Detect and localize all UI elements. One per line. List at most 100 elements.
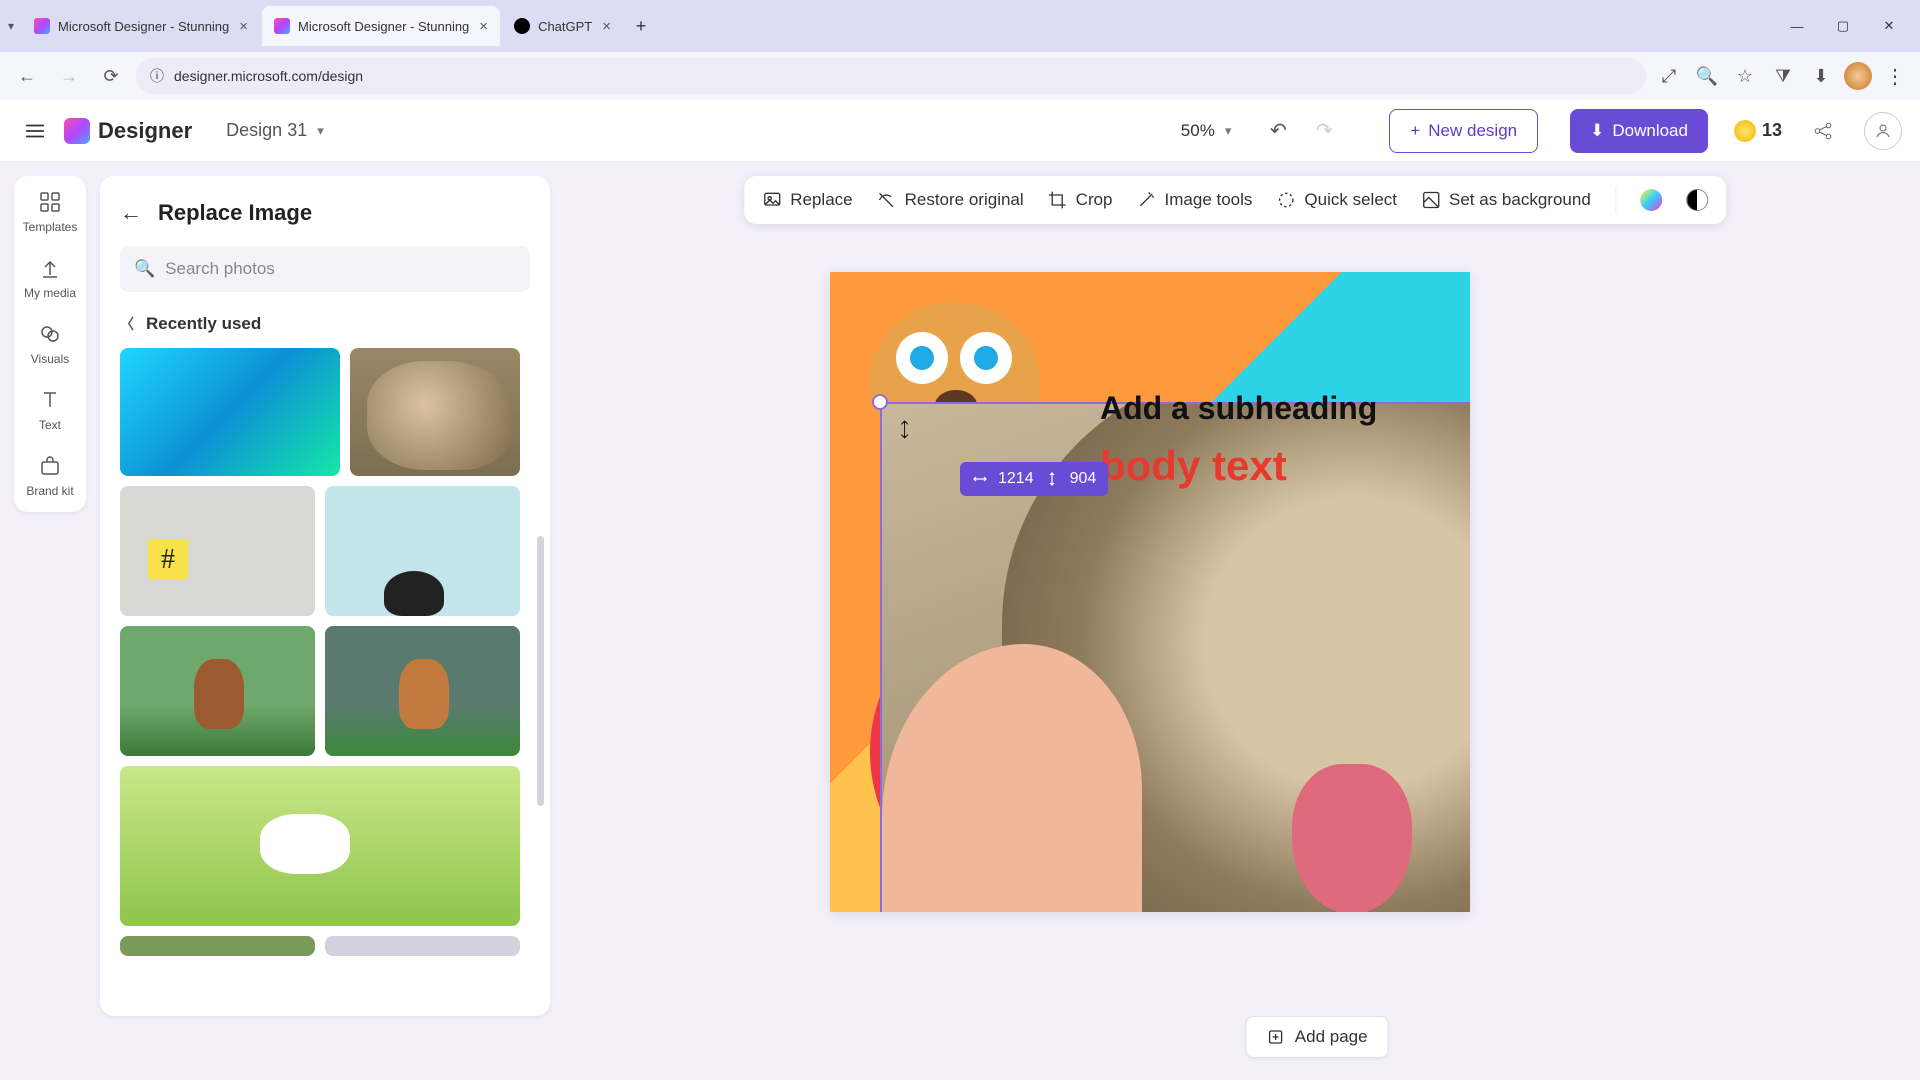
rail-visuals[interactable]: Visuals (31, 322, 69, 366)
zoom-dropdown[interactable]: 50% ▾ (1181, 121, 1232, 141)
dim-width: 1214 (998, 470, 1034, 488)
search-placeholder: Search photos (165, 259, 275, 279)
browser-tab-active[interactable]: Microsoft Designer - Stunning × (262, 6, 500, 46)
search-input[interactable]: 🔍 Search photos (120, 246, 530, 292)
zoom-value: 50% (1181, 121, 1215, 141)
image-thumbnail[interactable] (120, 348, 340, 476)
body-text[interactable]: body text (1100, 442, 1287, 490)
tab-title: Microsoft Designer - Stunning (298, 19, 469, 34)
window-controls: — ▢ ✕ (1774, 6, 1912, 46)
image-thumbnail[interactable] (325, 936, 520, 956)
coin-icon (1734, 120, 1756, 142)
rail-label: Brand kit (26, 484, 73, 498)
profile-avatar-icon[interactable] (1844, 62, 1872, 90)
download-icon: ⬇ (1590, 121, 1604, 141)
upload-icon (38, 256, 62, 280)
plus-square-icon (1267, 1028, 1285, 1046)
design-canvas[interactable]: Add a subheading body text ⤡ 1214 904 (830, 272, 1470, 912)
url-field[interactable]: ⓘ designer.microsoft.com/design (136, 58, 1646, 94)
ctx-crop[interactable]: Crop (1048, 190, 1113, 210)
download-button[interactable]: ⬇ Download (1570, 109, 1708, 153)
image-thumbnail[interactable] (120, 486, 315, 616)
hamburger-icon (24, 120, 46, 142)
forward-icon[interactable]: → (52, 59, 86, 93)
rail-brand-kit[interactable]: Brand kit (26, 454, 73, 498)
maximize-icon[interactable]: ▢ (1820, 6, 1866, 46)
contrast-button[interactable] (1686, 189, 1708, 211)
new-design-label: New design (1428, 121, 1517, 141)
app-logo[interactable]: Designer (64, 118, 192, 144)
account-button[interactable] (1864, 112, 1902, 150)
image-thumbnail[interactable] (120, 626, 315, 756)
tab-close-icon[interactable]: × (239, 18, 248, 35)
logo-mark-icon (64, 118, 90, 144)
image-thumbnail[interactable] (120, 766, 520, 926)
panel-back-button[interactable]: ← (120, 200, 142, 226)
image-thumbnail[interactable] (325, 486, 520, 616)
menu-button[interactable] (18, 114, 52, 148)
design-name-dropdown[interactable]: Design 31 ▾ (214, 114, 336, 147)
chrome-menu-icon[interactable]: ⋮ (1880, 61, 1910, 91)
tab-close-icon[interactable]: × (479, 18, 488, 35)
image-thumbnail[interactable] (350, 348, 520, 476)
ctx-label: Replace (790, 190, 852, 210)
panel-scrollbar[interactable] (537, 536, 544, 806)
colorize-button[interactable] (1640, 189, 1662, 211)
back-icon[interactable]: ← (10, 59, 44, 93)
add-page-button[interactable]: Add page (1246, 1016, 1389, 1058)
brand-kit-icon (38, 454, 62, 478)
rail-label: Text (39, 418, 61, 432)
selection-handle[interactable] (872, 394, 888, 410)
section-recently-used[interactable]: 〈 Recently used (120, 314, 530, 334)
rail-my-media[interactable]: My media (24, 256, 76, 300)
ctx-set-background[interactable]: Set as background (1421, 190, 1591, 210)
toolbar-separator (1615, 186, 1616, 214)
tab-title: Microsoft Designer - Stunning (58, 19, 229, 34)
reload-icon[interactable]: ⟳ (94, 59, 128, 93)
rail-templates[interactable]: Templates (23, 190, 78, 234)
zoom-icon[interactable]: 🔍 (1692, 61, 1722, 91)
minimize-icon[interactable]: — (1774, 6, 1820, 46)
ctx-restore[interactable]: Restore original (877, 190, 1024, 210)
new-tab-button[interactable]: + (625, 10, 657, 42)
ctx-quick-select[interactable]: Quick select (1276, 190, 1397, 210)
install-app-icon[interactable]: ⤢ (1654, 61, 1684, 91)
replace-image-panel: ← Replace Image 🔍 Search photos 〈 Recent… (100, 176, 550, 1016)
subheading-text[interactable]: Add a subheading (1100, 390, 1377, 427)
credits-indicator[interactable]: 13 (1734, 120, 1782, 142)
browser-tab[interactable]: Microsoft Designer - Stunning × (22, 6, 260, 46)
credits-value: 13 (1762, 120, 1782, 141)
extensions-icon[interactable]: ⧩ (1768, 61, 1798, 91)
canvas-area[interactable]: Replace Restore original Crop Image tool… (550, 162, 1920, 1080)
text-icon (38, 388, 62, 412)
ctx-label: Quick select (1304, 190, 1397, 210)
browser-tab-strip: ▾ Microsoft Designer - Stunning × Micros… (0, 0, 1920, 52)
tab-dropdown-icon[interactable]: ▾ (8, 19, 14, 33)
rail-label: My media (24, 286, 76, 300)
wand-icon (1137, 190, 1157, 210)
image-thumbnail[interactable] (120, 936, 315, 956)
downloads-icon[interactable]: ⬇ (1806, 61, 1836, 91)
search-icon: 🔍 (134, 259, 155, 279)
undo-button[interactable]: ↶ (1261, 114, 1295, 148)
tab-close-icon[interactable]: × (602, 18, 611, 35)
share-button[interactable] (1804, 112, 1842, 150)
redo-button[interactable]: ↷ (1307, 114, 1341, 148)
height-icon (1044, 471, 1060, 487)
ctx-replace[interactable]: Replace (762, 190, 852, 210)
ctx-label: Restore original (905, 190, 1024, 210)
person-icon (1874, 122, 1892, 140)
close-icon[interactable]: ✕ (1866, 6, 1912, 46)
bookmark-icon[interactable]: ☆ (1730, 61, 1760, 91)
download-label: Download (1612, 121, 1688, 141)
site-info-icon[interactable]: ⓘ (150, 66, 164, 86)
new-design-button[interactable]: + New design (1389, 109, 1538, 153)
add-page-label: Add page (1295, 1027, 1368, 1047)
browser-tab[interactable]: ChatGPT × (502, 6, 623, 46)
image-thumbnail[interactable] (325, 626, 520, 756)
app-header: Designer Design 31 ▾ 50% ▾ ↶ ↷ + New des… (0, 100, 1920, 162)
ctx-image-tools[interactable]: Image tools (1137, 190, 1253, 210)
background-icon (1421, 190, 1441, 210)
rail-text[interactable]: Text (38, 388, 62, 432)
crop-icon (1048, 190, 1068, 210)
